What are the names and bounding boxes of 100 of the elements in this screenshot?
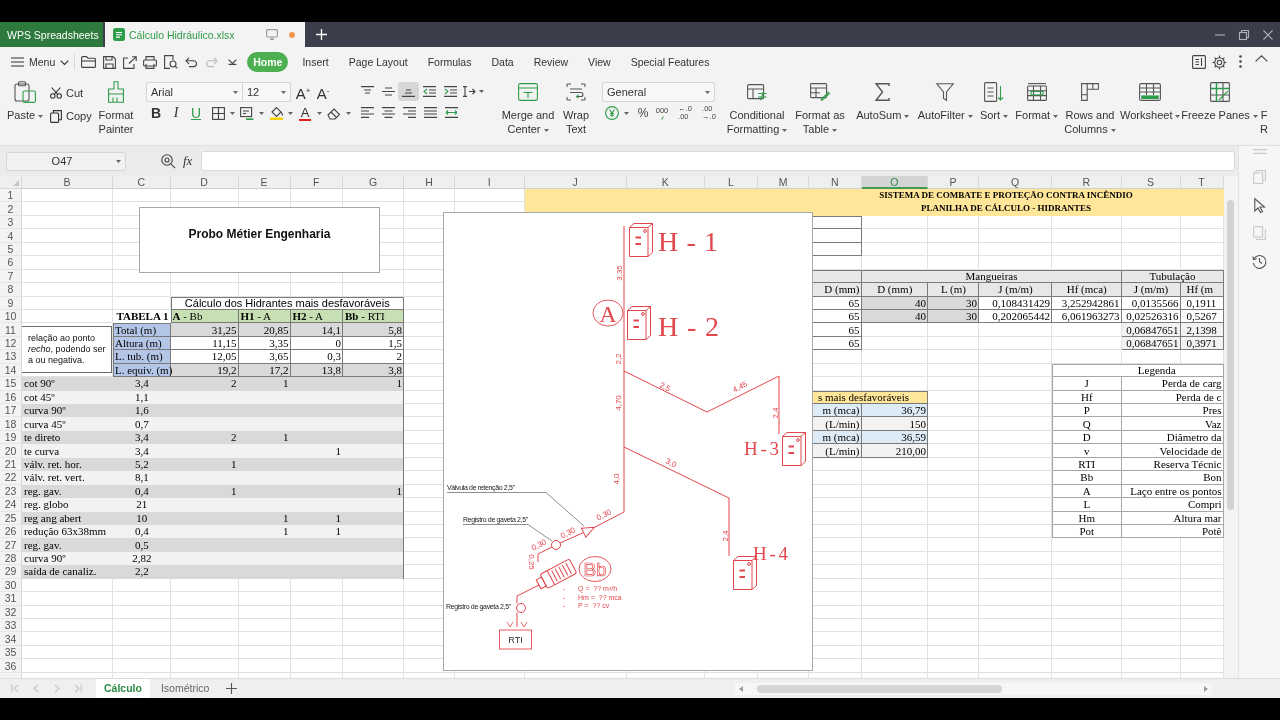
column-header[interactable]: F xyxy=(290,176,343,189)
column-header[interactable]: N xyxy=(809,176,862,189)
font-size-button[interactable]: A$^{+}$ xyxy=(293,80,313,104)
font-size-button[interactable]: A$^{-}$ xyxy=(313,80,333,104)
column-header[interactable]: M xyxy=(758,176,809,189)
caret-icon xyxy=(543,128,549,132)
cut-button[interactable]: Cut xyxy=(50,83,96,103)
restore-icon[interactable] xyxy=(1239,29,1249,40)
text-style-button[interactable]: I xyxy=(166,103,186,123)
ribbon-tab[interactable]: Data xyxy=(485,52,520,72)
column-header[interactable]: G xyxy=(343,176,404,189)
table-cell-text: curva 45º xyxy=(23,417,67,431)
undo-icon[interactable] xyxy=(184,57,198,67)
column-header[interactable]: S xyxy=(1121,176,1181,189)
lined-box-icon[interactable] xyxy=(1191,54,1206,69)
chevron-up-icon[interactable] xyxy=(1255,54,1268,62)
number-format-field[interactable]: General xyxy=(602,82,715,102)
caret-icon xyxy=(967,114,973,118)
column-header[interactable]: J xyxy=(524,176,627,189)
clear-button[interactable] xyxy=(325,107,352,119)
dimension-label: 0,30 xyxy=(530,537,548,553)
ribbon-tab[interactable]: Review xyxy=(527,52,575,72)
column-header[interactable]: B xyxy=(22,176,113,189)
ribbon-button[interactable]: Conditional Formatting xyxy=(725,80,789,136)
table-cell-text: saída de canaliz. xyxy=(23,565,98,579)
column-header[interactable]: E xyxy=(238,176,291,189)
ribbon-button[interactable]: Format Painter xyxy=(96,80,136,136)
export-arrow-icon[interactable] xyxy=(122,55,137,69)
column-header[interactable]: L xyxy=(705,176,758,189)
menu-button[interactable]: Menu xyxy=(11,56,70,68)
column-header[interactable]: K xyxy=(626,176,705,189)
ribbon-button[interactable]: Freeze Panes xyxy=(1182,80,1257,122)
ribbon-button[interactable]: AutoFilter xyxy=(914,80,976,122)
cursor-icon[interactable] xyxy=(1254,197,1265,213)
text-style-button[interactable]: B xyxy=(146,103,166,123)
hydrant-label: H-3 xyxy=(744,438,779,459)
ribbon-button[interactable]: Format xyxy=(1012,80,1062,122)
indent-decrease-icon xyxy=(422,86,436,97)
ribbon-tab[interactable]: Insert xyxy=(296,52,335,72)
app-tab[interactable]: WPS Spreadsheets xyxy=(0,22,103,47)
column-header[interactable]: T xyxy=(1180,176,1224,189)
monitor-icon xyxy=(266,29,278,40)
column-header[interactable]: Q xyxy=(979,176,1052,189)
settings-icon[interactable] xyxy=(1212,54,1227,70)
more-icon[interactable] xyxy=(1239,54,1242,68)
table-cell-text: 1,6 xyxy=(133,404,150,418)
close-icon[interactable] xyxy=(1263,29,1273,40)
eraser-icon xyxy=(327,107,341,119)
ribbon-tab[interactable]: View xyxy=(582,52,617,72)
currency-button[interactable] xyxy=(603,106,630,120)
ribbon-button[interactable]: Format as Table xyxy=(789,80,851,136)
row-label: P xyxy=(1052,404,1122,418)
align-button[interactable] xyxy=(398,82,420,101)
font-size-field[interactable]: 12 xyxy=(243,82,291,102)
folder-icon[interactable] xyxy=(81,56,96,68)
ribbon-tab[interactable]: Special Features xyxy=(624,52,716,72)
column-header[interactable]: H xyxy=(404,176,455,189)
ribbon-button[interactable]: Worksheet xyxy=(1118,80,1182,122)
table-cell-text: 1 xyxy=(230,457,238,472)
ribbon-button[interactable]: Rows and Columns xyxy=(1061,80,1119,136)
minimize-icon[interactable] xyxy=(1215,33,1225,36)
ribbon-tab[interactable]: Page Layout xyxy=(342,52,414,72)
sort-icon xyxy=(984,82,1004,102)
printer-icon[interactable] xyxy=(143,55,157,69)
dimension-label: 3,0 xyxy=(664,456,678,470)
ribbon-tab[interactable]: Formulas xyxy=(421,52,478,72)
font-family-field[interactable]: Arial xyxy=(146,82,243,102)
table-cell-text: 2,2 xyxy=(133,565,150,579)
ribbon-button[interactable]: Merge and Center xyxy=(500,80,556,136)
cell-style-button[interactable] xyxy=(238,106,265,120)
ribbon-button[interactable]: Sort xyxy=(976,80,1012,122)
copy-button[interactable]: Copy xyxy=(50,106,96,126)
fill-color-button[interactable] xyxy=(267,106,294,120)
name-box[interactable]: O47 xyxy=(6,151,126,171)
dimension-label: 0,25 xyxy=(526,554,536,570)
ribbon-button[interactable]: F R xyxy=(1257,80,1271,136)
ribbon-button[interactable]: AutoSum xyxy=(851,80,915,122)
dimension-label: 3,35 xyxy=(614,265,624,281)
print-preview-icon[interactable] xyxy=(163,55,178,69)
column-header[interactable]: I xyxy=(455,176,525,189)
table-cell-text: 10 xyxy=(135,511,149,525)
table-cell: 210,00 xyxy=(861,444,928,458)
chevron-down-icon[interactable] xyxy=(227,59,237,65)
function-button[interactable]: fx xyxy=(183,153,193,169)
percent-button[interactable]: % xyxy=(634,103,652,123)
column-header[interactable]: D xyxy=(170,176,239,189)
formula-input[interactable] xyxy=(201,151,1235,171)
save-icon[interactable] xyxy=(102,55,116,69)
borders-button[interactable] xyxy=(209,106,236,120)
ribbon-button[interactable]: Paste xyxy=(7,80,43,122)
row-label: (L/min) xyxy=(809,444,862,458)
table-cell-text: reg. gav. xyxy=(23,484,63,499)
column-header[interactable]: C xyxy=(113,176,171,189)
column-header[interactable]: P xyxy=(928,176,979,189)
search-icon[interactable] xyxy=(161,153,176,169)
row-label: v xyxy=(1052,444,1122,458)
column-header[interactable]: R xyxy=(1052,176,1122,189)
font-color-button[interactable]: A xyxy=(296,105,323,121)
ribbon-button[interactable]: Wrap Text xyxy=(560,80,592,136)
history-icon[interactable] xyxy=(1252,253,1267,269)
